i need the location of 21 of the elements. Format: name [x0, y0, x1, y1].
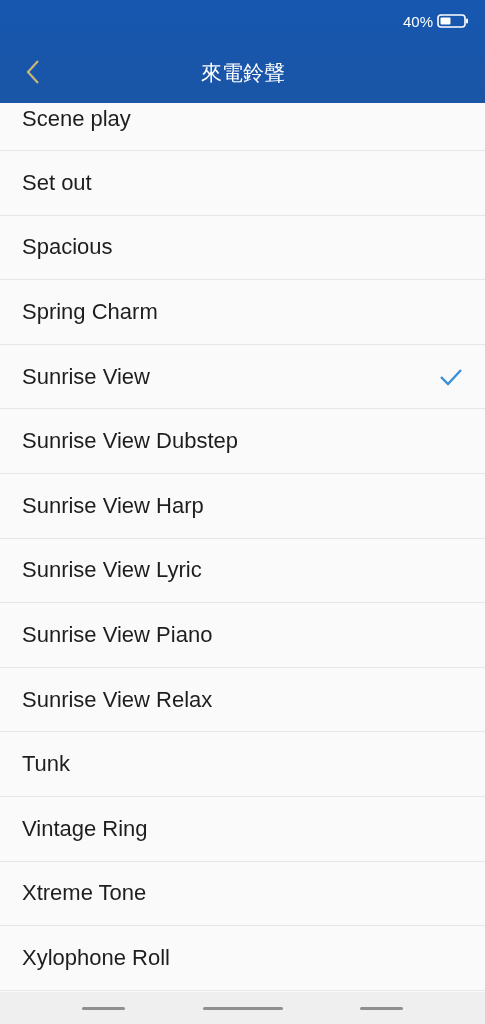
ringtone-name: Sunrise View Harp	[22, 492, 204, 519]
ringtone-name: Xylophone Roll	[22, 944, 170, 971]
battery-percentage: 40%	[402, 12, 433, 30]
ringtone-name: Sunrise View Dubstep	[22, 428, 239, 455]
screen-title: 來電鈴聲	[200, 59, 285, 87]
battery-icon	[437, 14, 469, 28]
home-key-icon[interactable]	[202, 1006, 283, 1010]
back-key-icon[interactable]	[360, 1006, 403, 1010]
ringtone-name: Scene play	[22, 106, 131, 132]
ringtone-name: Vintage Ring	[22, 815, 148, 842]
back-icon[interactable]	[26, 59, 40, 85]
ringtone-name: Tunk	[22, 751, 71, 778]
menu-key-icon[interactable]	[82, 1006, 125, 1010]
ringtone-name: Sunrise View Lyric	[22, 557, 202, 584]
ringtone-name: Xtreme Tone	[22, 880, 147, 907]
ringtone-name: Spacious	[22, 234, 113, 261]
ringtone-name: Sunrise View Relax	[22, 686, 213, 713]
ringtone-name: Set out	[22, 169, 92, 196]
ringtone-name: Sunrise View Piano	[22, 621, 213, 648]
ringtone-name: Spring Charm	[22, 299, 158, 325]
ringtone-name: Sunrise View	[22, 363, 150, 390]
